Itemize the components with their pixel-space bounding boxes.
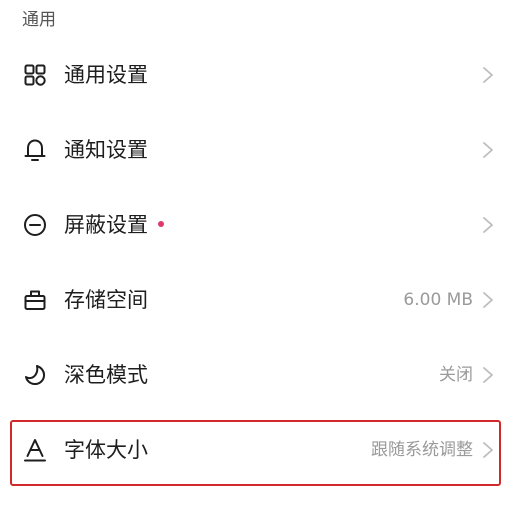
moon-icon bbox=[22, 362, 48, 388]
settings-item-label: 通用设置 bbox=[64, 62, 148, 87]
chevron-right-icon bbox=[483, 216, 493, 233]
settings-item-label: 通知设置 bbox=[64, 137, 148, 162]
settings-item-label: 屏蔽设置 bbox=[64, 211, 164, 239]
bell-icon bbox=[22, 137, 48, 163]
settings-item-notifications[interactable]: 通知设置 bbox=[0, 112, 519, 187]
chevron-right-icon bbox=[483, 441, 493, 458]
minus-circle-icon bbox=[22, 212, 48, 238]
chevron-right-icon bbox=[483, 366, 493, 383]
settings-item-general[interactable]: 通用设置 bbox=[0, 37, 519, 112]
chevron-right-icon bbox=[483, 66, 493, 83]
storage-size-value: 6.00 MB bbox=[403, 289, 473, 310]
grid-apps-icon bbox=[22, 62, 48, 88]
settings-item-font-size[interactable]: 字体大小 跟随系统调整 bbox=[0, 412, 519, 487]
settings-item-block[interactable]: 屏蔽设置 bbox=[0, 187, 519, 262]
settings-item-storage[interactable]: 存储空间 6.00 MB bbox=[0, 262, 519, 337]
settings-item-label: 字体大小 bbox=[64, 437, 148, 462]
settings-item-label: 存储空间 bbox=[64, 287, 148, 312]
settings-item-dark-mode[interactable]: 深色模式 关闭 bbox=[0, 337, 519, 412]
chevron-right-icon bbox=[483, 291, 493, 308]
settings-item-label: 深色模式 bbox=[64, 362, 148, 387]
settings-list: 通用设置 通知设置 屏蔽设置 存储空间 6.00 MB 深色模式 关闭 字体大小… bbox=[0, 37, 519, 487]
section-title: 通用 bbox=[22, 10, 56, 30]
font-size-icon bbox=[22, 437, 48, 463]
font-size-value: 跟随系统调整 bbox=[371, 439, 473, 460]
dark-mode-value: 关闭 bbox=[439, 364, 473, 385]
settings-item-label-text: 屏蔽设置 bbox=[64, 212, 148, 237]
storage-box-icon bbox=[22, 287, 48, 313]
chevron-right-icon bbox=[483, 141, 493, 158]
notification-dot bbox=[158, 220, 164, 227]
